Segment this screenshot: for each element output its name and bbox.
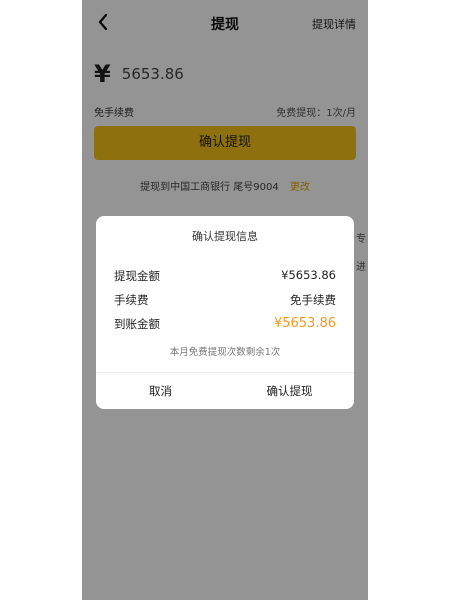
dialog-confirm-button[interactable]: 确认提现	[225, 373, 354, 409]
dialog-received-amount: ¥5653.86	[273, 316, 336, 331]
dialog-cancel-button[interactable]: 取消	[96, 373, 225, 409]
confirm-withdraw-dialog: 确认提现信息 提现金额 ¥5653.86 手续费 免手续费 到账金额 ¥5653…	[96, 216, 354, 409]
dialog-row-label: 到账金额	[114, 317, 160, 331]
dialog-row-label: 手续费	[114, 293, 149, 307]
dialog-row-fee: 手续费 免手续费	[114, 292, 336, 310]
dialog-row-value: ¥5653.86	[281, 268, 336, 282]
dialog-note: 本月免费提现次数剩余1次	[169, 347, 281, 358]
dialog-row-label: 提现金额	[114, 269, 160, 283]
dialog-row-amount: 提现金额 ¥5653.86	[114, 268, 336, 286]
dialog-title: 确认提现信息	[192, 230, 258, 243]
phone-screen: 提现 提现详情 ¥ 5653.86 免手续费 免费提现：1次/月 确认提现 提现…	[82, 0, 368, 600]
dialog-row-received: 到账金额 ¥5653.86	[114, 316, 336, 334]
dialog-row-value: 免手续费	[290, 293, 336, 307]
